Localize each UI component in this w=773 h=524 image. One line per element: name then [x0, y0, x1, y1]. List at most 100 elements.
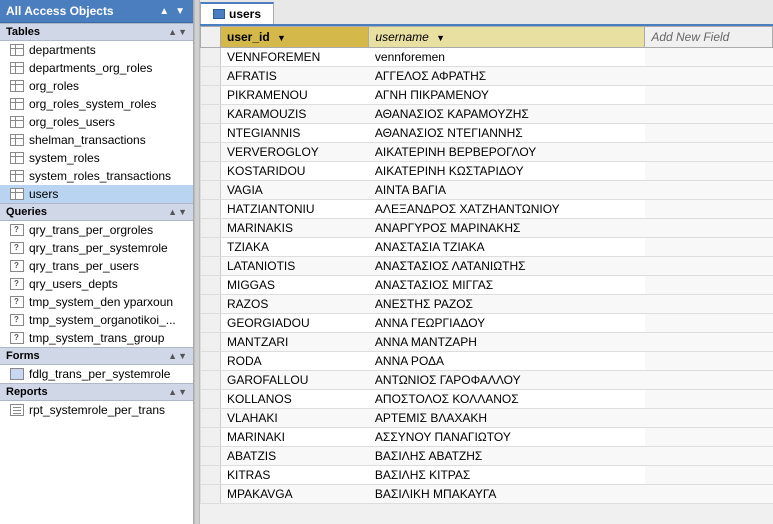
- table-icon-or: [10, 80, 24, 92]
- table-item-org-roles-system-roles[interactable]: org_roles_system_roles: [0, 95, 193, 113]
- tables-down-arrow[interactable]: ▼: [178, 27, 187, 37]
- query-icon-2: [10, 242, 24, 254]
- query-icon-5: [10, 296, 24, 308]
- cell-add-new: [645, 276, 773, 295]
- table-item-system-roles[interactable]: system_roles: [0, 149, 193, 167]
- grid-area: user_id ▼ username ▼ Add New Field VENNF…: [200, 26, 773, 524]
- table-item-system-roles-transactions[interactable]: system_roles_transactions: [0, 167, 193, 185]
- tables-section-header[interactable]: Tables ▲ ▼: [0, 23, 193, 41]
- table-row[interactable]: GEORGIADOUΑΝΝΑ ΓΕΩΡΓΙΑΔΟΥ: [201, 314, 773, 333]
- table-row[interactable]: VLAHAKIΑΡΤΕΜΙΣ ΒΛΑΧΑΚΗ: [201, 409, 773, 428]
- query-item-5[interactable]: tmp_system_den yparxoun: [0, 293, 193, 311]
- table-row[interactable]: MARINAKISΑΝΑΡΓΥΡΟΣ ΜΑΡΙΝΑΚΗΣ: [201, 219, 773, 238]
- header-user-id[interactable]: user_id ▼: [221, 27, 369, 48]
- panel-up-icon[interactable]: ▲: [157, 6, 171, 17]
- cell-add-new: [645, 485, 773, 504]
- cell-username: vennforemen: [369, 48, 645, 67]
- query-item-1[interactable]: qry_trans_per_orgroles: [0, 221, 193, 239]
- forms-section-header[interactable]: Forms ▲ ▼: [0, 347, 193, 365]
- reports-down-arrow[interactable]: ▼: [178, 387, 187, 397]
- tables-section-left: Tables: [6, 26, 40, 38]
- cell-username: ΑΙΚΑΤΕΡΙΝΗ ΒΕΡΒΕΡΟΓΛΟΥ: [369, 143, 645, 162]
- report-item-1[interactable]: rpt_systemrole_per_trans: [0, 401, 193, 419]
- tables-up-arrow[interactable]: ▲: [168, 27, 177, 37]
- table-label-shelman: shelman_transactions: [29, 133, 146, 147]
- table-icon-users: [10, 188, 24, 200]
- row-selector-cell: [201, 105, 221, 124]
- table-row[interactable]: KITRASΒΑΣΙΛΗΣ ΚΙΤΡΑΣ: [201, 466, 773, 485]
- table-row[interactable]: KOSTARIDOUΑΙΚΑΤΕΡΙΝΗ ΚΩΣΤΑΡΙΔΟΥ: [201, 162, 773, 181]
- table-row[interactable]: MIGGASΑΝΑΣΤΑΣΙΟΣ ΜΙΓΓΑΣ: [201, 276, 773, 295]
- query-item-7[interactable]: tmp_system_trans_group: [0, 329, 193, 347]
- table-row[interactable]: VENNFOREMENvennforemen: [201, 48, 773, 67]
- cell-user-id: VERVEROGLOY: [221, 143, 369, 162]
- cell-username: ΑΓΓΕΛΟΣ ΑΦΡΑΤΗΣ: [369, 67, 645, 86]
- panel-down-icon[interactable]: ▼: [173, 6, 187, 17]
- cell-username: ΑΝΑΡΓΥΡΟΣ ΜΑΡΙΝΑΚΗΣ: [369, 219, 645, 238]
- header-add-new-field[interactable]: Add New Field: [645, 27, 773, 48]
- table-row[interactable]: NTEGIANNISΑΘΑΝΑΣΙΟΣ ΝΤΕΓΙΑΝΝΗΣ: [201, 124, 773, 143]
- row-selector-cell: [201, 276, 221, 295]
- table-row[interactable]: TZIAKAΑΝΑΣΤΑΣΙΑ ΤΖΙΑΚΑ: [201, 238, 773, 257]
- forms-up-arrow[interactable]: ▲: [168, 351, 177, 361]
- cell-user-id: MIGGAS: [221, 276, 369, 295]
- forms-down-arrow[interactable]: ▼: [178, 351, 187, 361]
- query-label-2: qry_trans_per_systemrole: [29, 241, 168, 255]
- table-icon-oru: [10, 116, 24, 128]
- table-row[interactable]: GAROFALLOUΑΝΤΩΝΙΟΣ ΓΑΡΟΦΑΛΛΟΥ: [201, 371, 773, 390]
- cell-add-new: [645, 162, 773, 181]
- table-item-org-roles[interactable]: org_roles: [0, 77, 193, 95]
- table-row[interactable]: LATANIOTISΑΝΑΣΤΑΣΙΟΣ ΛΑΤΑΝΙΩΤΗΣ: [201, 257, 773, 276]
- table-item-shelman[interactable]: shelman_transactions: [0, 131, 193, 149]
- table-row[interactable]: RAZOSΑΝΕΣΤΗΣ ΡΑΖΟΣ: [201, 295, 773, 314]
- table-item-departments-org-roles[interactable]: departments_org_roles: [0, 59, 193, 77]
- table-row[interactable]: VERVEROGLOYΑΙΚΑΤΕΡΙΝΗ ΒΕΡΒΕΡΟΓΛΟΥ: [201, 143, 773, 162]
- row-selector-cell: [201, 352, 221, 371]
- table-scroll-wrapper[interactable]: user_id ▼ username ▼ Add New Field VENNF…: [200, 26, 773, 524]
- query-item-6[interactable]: tmp_system_organotikoi_...: [0, 311, 193, 329]
- cell-add-new: [645, 428, 773, 447]
- query-item-3[interactable]: qry_trans_per_users: [0, 257, 193, 275]
- table-row[interactable]: KOLLANOSΑΠΟΣΤΟΛΟΣ ΚΟΛΛΑΝΟΣ: [201, 390, 773, 409]
- queries-down-arrow[interactable]: ▼: [178, 207, 187, 217]
- table-row[interactable]: PIKRAMENOUΑΓΝΗ ΠΙΚΡΑΜΕΝΟΥ: [201, 86, 773, 105]
- table-item-departments[interactable]: departments: [0, 41, 193, 59]
- row-selector-cell: [201, 181, 221, 200]
- table-row[interactable]: AFRATISΑΓΓΕΛΟΣ ΑΦΡΑΤΗΣ: [201, 67, 773, 86]
- query-item-4[interactable]: qry_users_depts: [0, 275, 193, 293]
- report-label-1: rpt_systemrole_per_trans: [29, 403, 165, 417]
- cell-username: ΑΘΑΝΑΣΙΟΣ ΝΤΕΓΙΑΝΝΗΣ: [369, 124, 645, 143]
- sort-arrow-userid: ▼: [277, 33, 286, 43]
- table-row[interactable]: MARINAKIΑΣΣΥΝΟΥ ΠΑΝΑΓΙΩΤΟΥ: [201, 428, 773, 447]
- left-panel: All Access Objects ▲ ▼ Tables ▲ ▼ depart…: [0, 0, 194, 524]
- query-icon-3: [10, 260, 24, 272]
- table-row[interactable]: ABATZISΒΑΣΙΛΗΣ ΑΒΑΤΖΗΣ: [201, 447, 773, 466]
- table-row[interactable]: MPAKAVGAΒΑΣΙΛΙΚΗ ΜΠΑΚΑΥΓΑ: [201, 485, 773, 504]
- right-panel: users user_id ▼ username ▼: [200, 0, 773, 524]
- form-item-1[interactable]: fdlg_trans_per_systemrole: [0, 365, 193, 383]
- queries-up-arrow[interactable]: ▲: [168, 207, 177, 217]
- table-row[interactable]: VAGIAΑΙΝΤΑ ΒΑΓΙΑ: [201, 181, 773, 200]
- row-selector-cell: [201, 48, 221, 67]
- cell-user-id: VAGIA: [221, 181, 369, 200]
- cell-add-new: [645, 257, 773, 276]
- table-row[interactable]: RODAΑΝΝΑ ΡΟΔΑ: [201, 352, 773, 371]
- header-username[interactable]: username ▼: [369, 27, 645, 48]
- reports-section-header[interactable]: Reports ▲ ▼: [0, 383, 193, 401]
- cell-add-new: [645, 352, 773, 371]
- reports-up-arrow[interactable]: ▲: [168, 387, 177, 397]
- query-item-2[interactable]: qry_trans_per_systemrole: [0, 239, 193, 257]
- table-item-org-roles-users[interactable]: org_roles_users: [0, 113, 193, 131]
- table-item-users[interactable]: users: [0, 185, 193, 203]
- tab-users[interactable]: users: [200, 2, 274, 24]
- table-row[interactable]: HATZIANTONIUΑΛΕΞΑΝΔΡΟΣ ΧΑΤΖΗΑΝΤΩΝΙΟΥ: [201, 200, 773, 219]
- cell-username: ΑΙΝΤΑ ΒΑΓΙΑ: [369, 181, 645, 200]
- table-row[interactable]: MANTZARIΑΝΝΑ ΜΑΝΤΖΑΡΗ: [201, 333, 773, 352]
- left-panel-header: All Access Objects ▲ ▼: [0, 0, 193, 23]
- table-row[interactable]: KARAMOUZISΑΘΑΝΑΣΙΟΣ ΚΑΡΑΜΟΥΖΗΣ: [201, 105, 773, 124]
- cell-user-id: VLAHAKI: [221, 409, 369, 428]
- queries-section-header[interactable]: Queries ▲ ▼: [0, 203, 193, 221]
- row-selector-cell: [201, 466, 221, 485]
- cell-username: ΑΘΑΝΑΣΙΟΣ ΚΑΡΑΜΟΥΖΗΣ: [369, 105, 645, 124]
- table-icon-srt: [10, 170, 24, 182]
